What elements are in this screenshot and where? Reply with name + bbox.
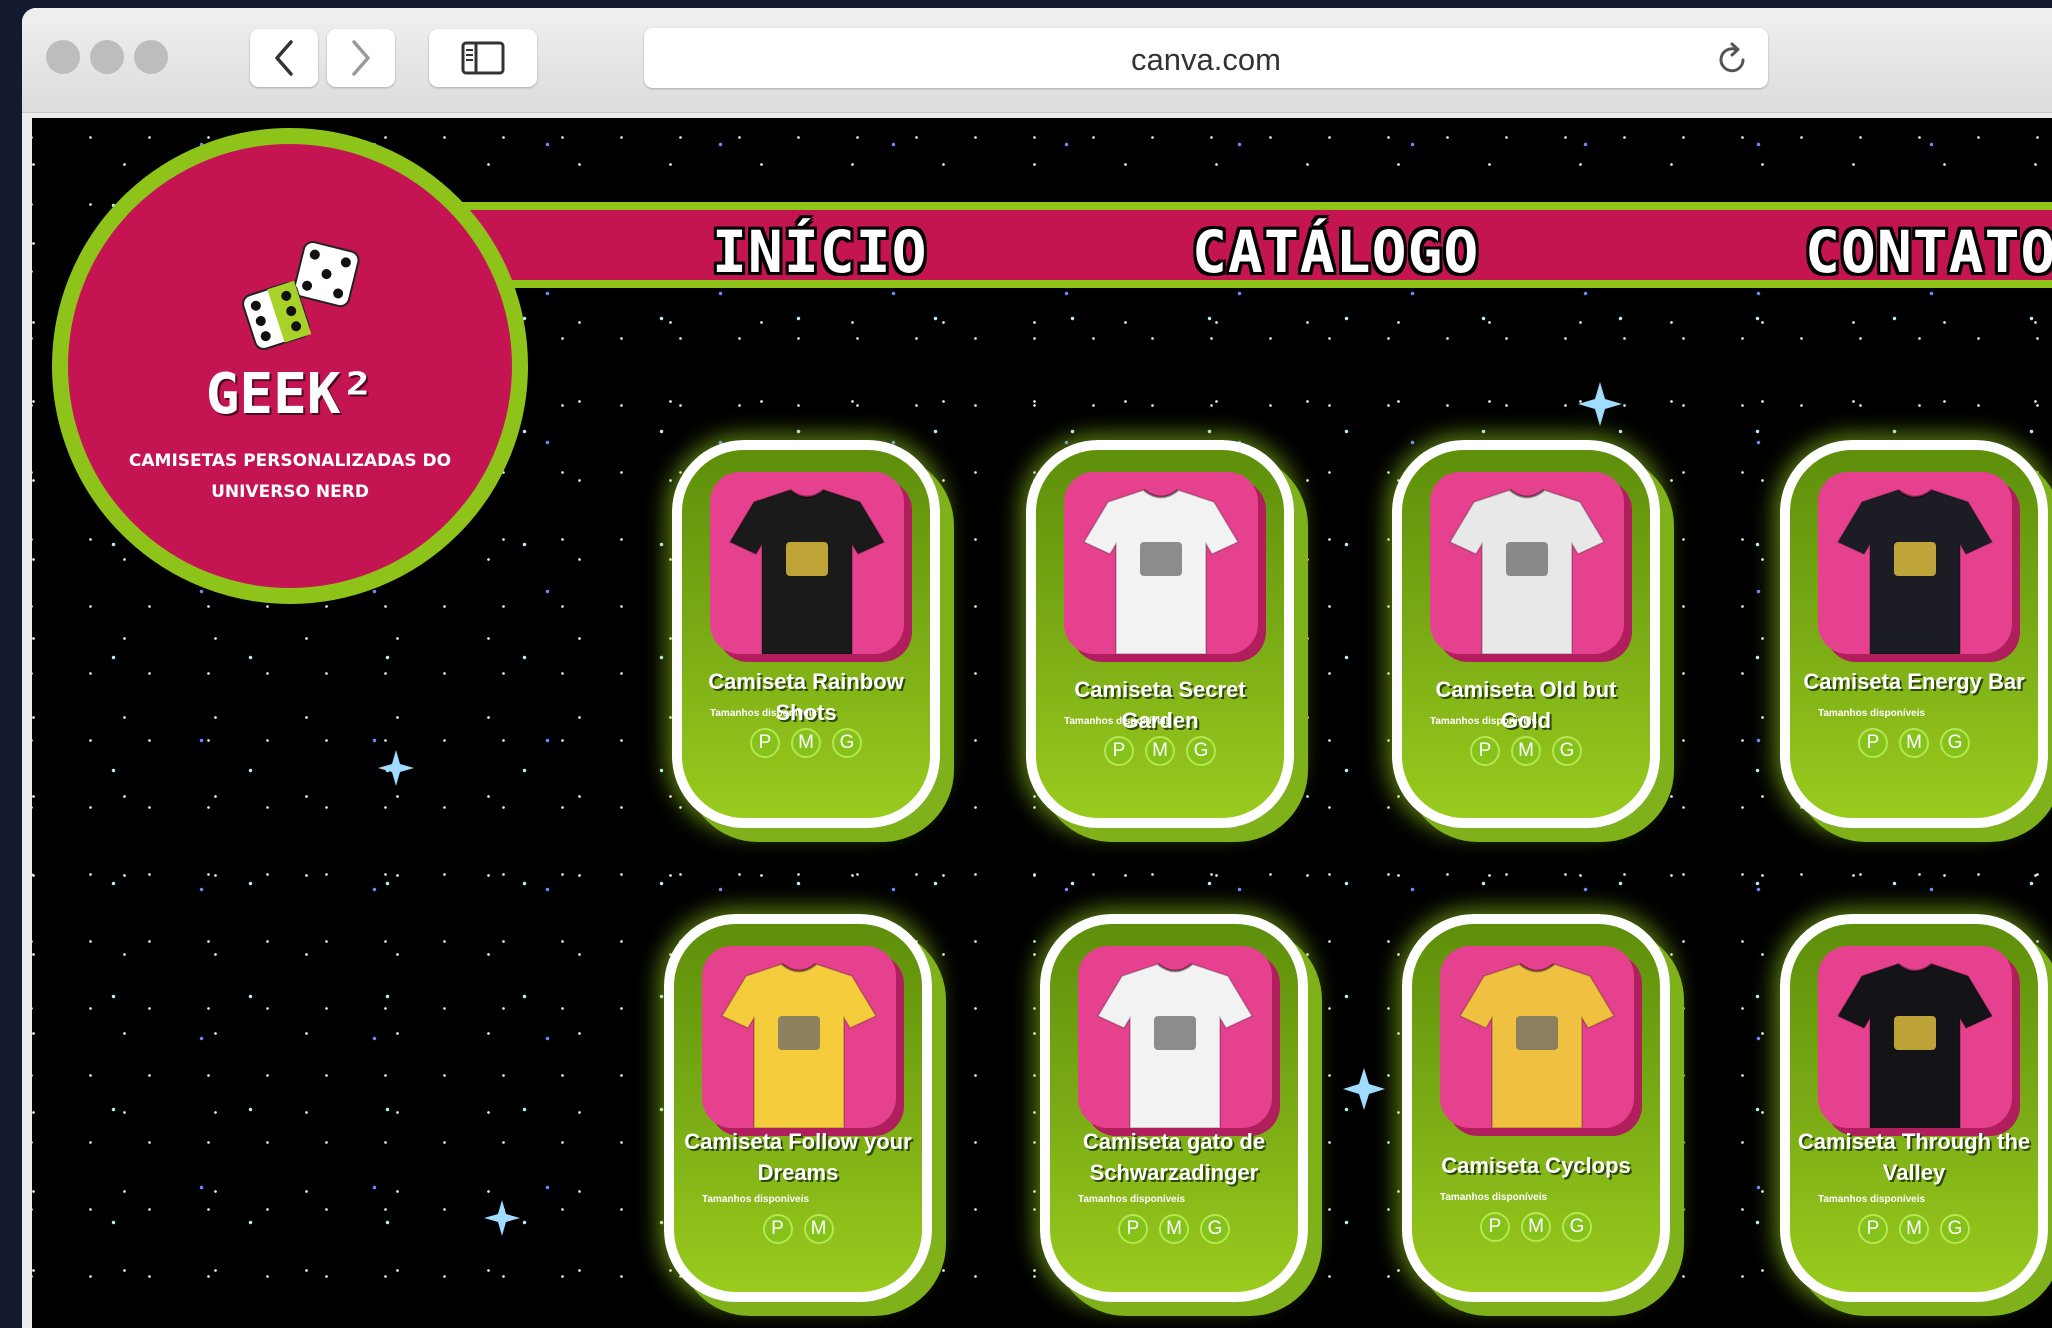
sizes-label: Tamanhos disponíveis <box>710 708 818 719</box>
product-card[interactable]: Camiseta Cyclops Tamanhos disponíveis P M G <box>1402 914 1670 1302</box>
product-card[interactable]: Camiseta Secret Garden Tamanhos disponíve… <box>1026 440 1294 828</box>
size-option-button[interactable]: P <box>750 728 780 758</box>
size-option-button[interactable]: P <box>1858 728 1888 758</box>
size-option-button[interactable]: M <box>1899 1214 1929 1244</box>
tshirt-image <box>1096 962 1254 1128</box>
size-option-button[interactable]: G <box>1186 736 1216 766</box>
sizes-label: Tamanhos disponíveis <box>702 1194 810 1205</box>
address-bar[interactable]: canva.com <box>644 28 1768 88</box>
size-option-button[interactable]: M <box>1521 1212 1551 1242</box>
product-photo[interactable] <box>1078 946 1272 1128</box>
chevron-left-icon <box>275 40 293 76</box>
product-card[interactable]: Camiseta gato de Schwarzadinger Tamanhos … <box>1040 914 1308 1302</box>
nav-bar: INÍCIO CATÁLOGO CONTATO <box>372 202 2052 288</box>
size-option-button[interactable]: P <box>1104 736 1134 766</box>
size-option-button[interactable]: M <box>1159 1214 1189 1244</box>
tshirt-image <box>1448 488 1606 654</box>
close-window-button[interactable] <box>46 40 80 74</box>
size-option-button[interactable]: G <box>832 728 862 758</box>
size-option-button[interactable]: M <box>1145 736 1175 766</box>
sizes-label: Tamanhos disponíveis <box>1818 1194 1926 1205</box>
tshirt-image <box>1836 962 1994 1128</box>
size-option-button[interactable]: P <box>1470 736 1500 766</box>
nav-inicio-link[interactable]: INÍCIO <box>712 218 928 286</box>
size-options: PM <box>674 1214 922 1244</box>
product-photo[interactable] <box>1440 946 1634 1128</box>
product-photo[interactable] <box>1818 472 2012 654</box>
product-name: Camiseta Through the Valley <box>1797 1129 2031 1185</box>
size-options: PMG <box>1790 728 2038 758</box>
sidebar-icon <box>461 41 505 75</box>
size-option-button[interactable]: P <box>1480 1212 1510 1242</box>
size-option-button[interactable]: G <box>1200 1214 1230 1244</box>
url-text: canva.com <box>1131 42 1281 77</box>
product-photo[interactable] <box>1818 946 2012 1128</box>
brand-name: GEEK² <box>205 362 375 427</box>
forward-button[interactable] <box>327 29 395 87</box>
product-name: Camiseta gato de Schwarzadinger <box>1082 1129 1266 1185</box>
size-options: PMG <box>682 728 930 758</box>
sizes-label: Tamanhos disponíveis <box>1430 716 1538 727</box>
product-card[interactable]: Camiseta Through the Valley Tamanhos disp… <box>1780 914 2048 1302</box>
page-canvas: INÍCIO CATÁLOGO CONTATO GEEK² CAMISETAS … <box>32 118 2052 1328</box>
size-option-button[interactable]: P <box>1118 1214 1148 1244</box>
size-option-button[interactable]: M <box>1511 736 1541 766</box>
size-option-button[interactable]: G <box>1552 736 1582 766</box>
dice-icon <box>242 241 360 350</box>
product-card[interactable]: Camiseta Old but Gold Tamanhos disponívei… <box>1392 440 1660 828</box>
size-option-button[interactable]: G <box>1940 1214 1970 1244</box>
product-photo[interactable] <box>710 472 904 654</box>
logo-badge[interactable]: GEEK² CAMISETAS PERSONALIZADAS DO UNIVER… <box>52 128 528 604</box>
tshirt-image <box>720 962 878 1128</box>
tshirt-image <box>1836 488 1994 654</box>
back-button[interactable] <box>250 29 318 87</box>
size-option-button[interactable]: G <box>1940 728 1970 758</box>
product-photo[interactable] <box>1430 472 1624 654</box>
nav-contato-link[interactable]: CONTATO <box>1805 218 2052 286</box>
size-option-button[interactable]: P <box>1858 1214 1888 1244</box>
product-photo[interactable] <box>1064 472 1258 654</box>
tshirt-image <box>1082 488 1240 654</box>
product-name: Camiseta Cyclops <box>1441 1153 1631 1178</box>
size-options: PMG <box>1790 1214 2038 1244</box>
size-option-button[interactable]: M <box>1899 728 1929 758</box>
zoom-window-button[interactable] <box>134 40 168 74</box>
tshirt-image <box>1458 962 1616 1128</box>
brand-tagline: CAMISETAS PERSONALIZADAS DO UNIVERSO NER… <box>128 451 452 502</box>
size-options: PMG <box>1402 736 1650 766</box>
nav-catalogo-link[interactable]: CATÁLOGO <box>1192 218 1479 286</box>
sizes-label: Tamanhos disponíveis <box>1064 716 1172 727</box>
size-options: PMG <box>1036 736 1284 766</box>
product-name: Camiseta Follow your Dreams <box>684 1129 912 1185</box>
size-options: PMG <box>1050 1214 1298 1244</box>
sidebar-toggle-button[interactable] <box>429 29 537 87</box>
browser-window: canva.com INÍCIO CATÁLOGO CONTATO GEEK² … <box>22 8 2052 1328</box>
product-card[interactable]: Camiseta Follow your Dreams Tamanhos disp… <box>664 914 932 1302</box>
sizes-label: Tamanhos disponíveis <box>1818 708 1926 719</box>
size-option-button[interactable]: G <box>1562 1212 1592 1242</box>
size-option-button[interactable]: M <box>791 728 821 758</box>
tshirt-image <box>728 488 886 654</box>
product-name: Camiseta Energy Bar <box>1803 669 2025 694</box>
reload-icon[interactable] <box>1714 40 1750 78</box>
sizes-label: Tamanhos disponíveis <box>1078 1194 1186 1205</box>
product-card[interactable]: Camiseta Rainbow Shots Tamanhos disponíve… <box>672 440 940 828</box>
sizes-label: Tamanhos disponíveis <box>1440 1192 1548 1203</box>
minimize-window-button[interactable] <box>90 40 124 74</box>
chevron-right-icon <box>352 40 370 76</box>
size-option-button[interactable]: P <box>762 1214 793 1244</box>
size-option-button[interactable]: M <box>803 1214 834 1244</box>
size-options: PMG <box>1412 1212 1660 1242</box>
product-photo[interactable] <box>702 946 896 1128</box>
product-card[interactable]: Camiseta Energy Bar Tamanhos disponíveis P… <box>1780 440 2048 828</box>
browser-toolbar: canva.com <box>22 8 2052 113</box>
